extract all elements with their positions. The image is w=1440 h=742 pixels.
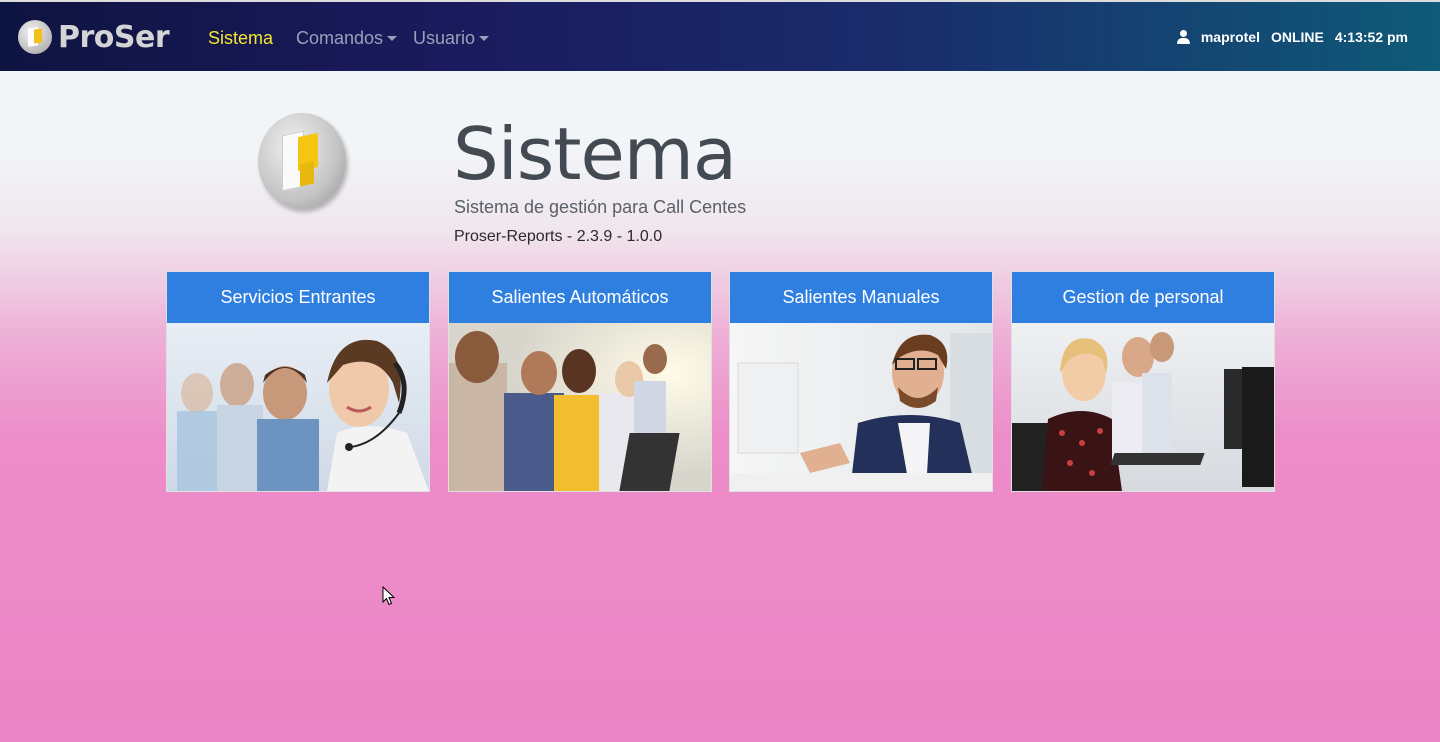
card-title[interactable]: Gestion de personal <box>1012 272 1274 323</box>
card-gestion-de-personal[interactable]: Gestion de personal <box>1011 271 1275 492</box>
proser-hero-logo-icon <box>258 113 346 209</box>
top-navbar: ProSer Sistema Comandos Usuario maprotel… <box>0 0 1440 71</box>
proser-logo-icon <box>18 20 52 54</box>
caret-down-icon <box>387 36 398 41</box>
card-title[interactable]: Servicios Entrantes <box>167 272 429 323</box>
mouse-cursor-icon <box>382 586 396 606</box>
nav-sistema[interactable]: Sistema <box>208 28 273 49</box>
nav-comandos-label: Comandos <box>296 28 384 48</box>
online-status: ONLINE <box>1270 29 1324 45</box>
nav-usuario-label: Usuario <box>413 28 476 48</box>
clock: 4:13:52 pm <box>1334 29 1408 45</box>
page-subtitle: Sistema de gestión para Call Centes <box>454 197 747 217</box>
page-title: Sistema <box>453 112 737 196</box>
card-salientes-manuales[interactable]: Salientes Manuales <box>729 271 993 492</box>
agents-row-monitors-photo[interactable] <box>1012 323 1274 491</box>
nav-comandos-dropdown[interactable]: Comandos <box>296 28 398 49</box>
user-status: maprotel ONLINE 4:13:52 pm <box>1176 29 1408 45</box>
username: maprotel <box>1200 29 1260 45</box>
caret-down-icon <box>479 36 490 41</box>
brand[interactable]: ProSer <box>18 16 170 58</box>
call-center-team-photo[interactable] <box>449 323 711 491</box>
version-label: Proser-Reports - 2.3.9 - 1.0.0 <box>454 228 663 245</box>
user-icon <box>1176 30 1190 44</box>
card-title[interactable]: Salientes Manuales <box>730 272 992 323</box>
brand-name: ProSer <box>58 19 170 55</box>
card-title[interactable]: Salientes Automáticos <box>449 272 711 323</box>
nav-usuario-dropdown[interactable]: Usuario <box>413 28 490 49</box>
card-salientes-automaticos[interactable]: Salientes Automáticos <box>448 271 712 492</box>
agent-headset-woman-photo[interactable] <box>167 323 429 491</box>
card-servicios-entrantes[interactable]: Servicios Entrantes <box>166 271 430 492</box>
agent-man-glasses-photo[interactable] <box>730 323 992 491</box>
